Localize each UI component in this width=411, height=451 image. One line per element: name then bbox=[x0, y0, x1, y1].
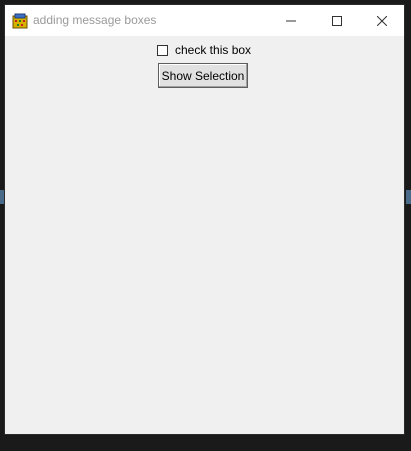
title-bar[interactable]: adding message boxes bbox=[5, 5, 404, 36]
background-window-edge-right bbox=[406, 190, 411, 204]
app-window: adding message boxes check this box Show… bbox=[4, 4, 405, 435]
maximize-button[interactable] bbox=[314, 5, 360, 36]
minimize-button[interactable] bbox=[268, 5, 314, 36]
close-icon bbox=[376, 11, 388, 30]
client-area: check this box Show Selection bbox=[5, 36, 404, 434]
checkbox-label[interactable]: check this box bbox=[175, 43, 251, 57]
checkbox-row[interactable]: check this box bbox=[157, 42, 251, 58]
maximize-icon bbox=[332, 11, 342, 30]
feather-icon[interactable] bbox=[12, 13, 28, 29]
minimize-icon bbox=[286, 11, 296, 30]
close-button[interactable] bbox=[359, 5, 405, 36]
window-title: adding message boxes bbox=[33, 13, 157, 27]
check-this-box-checkbox[interactable] bbox=[157, 44, 168, 56]
show-selection-button[interactable]: Show Selection bbox=[158, 63, 248, 88]
